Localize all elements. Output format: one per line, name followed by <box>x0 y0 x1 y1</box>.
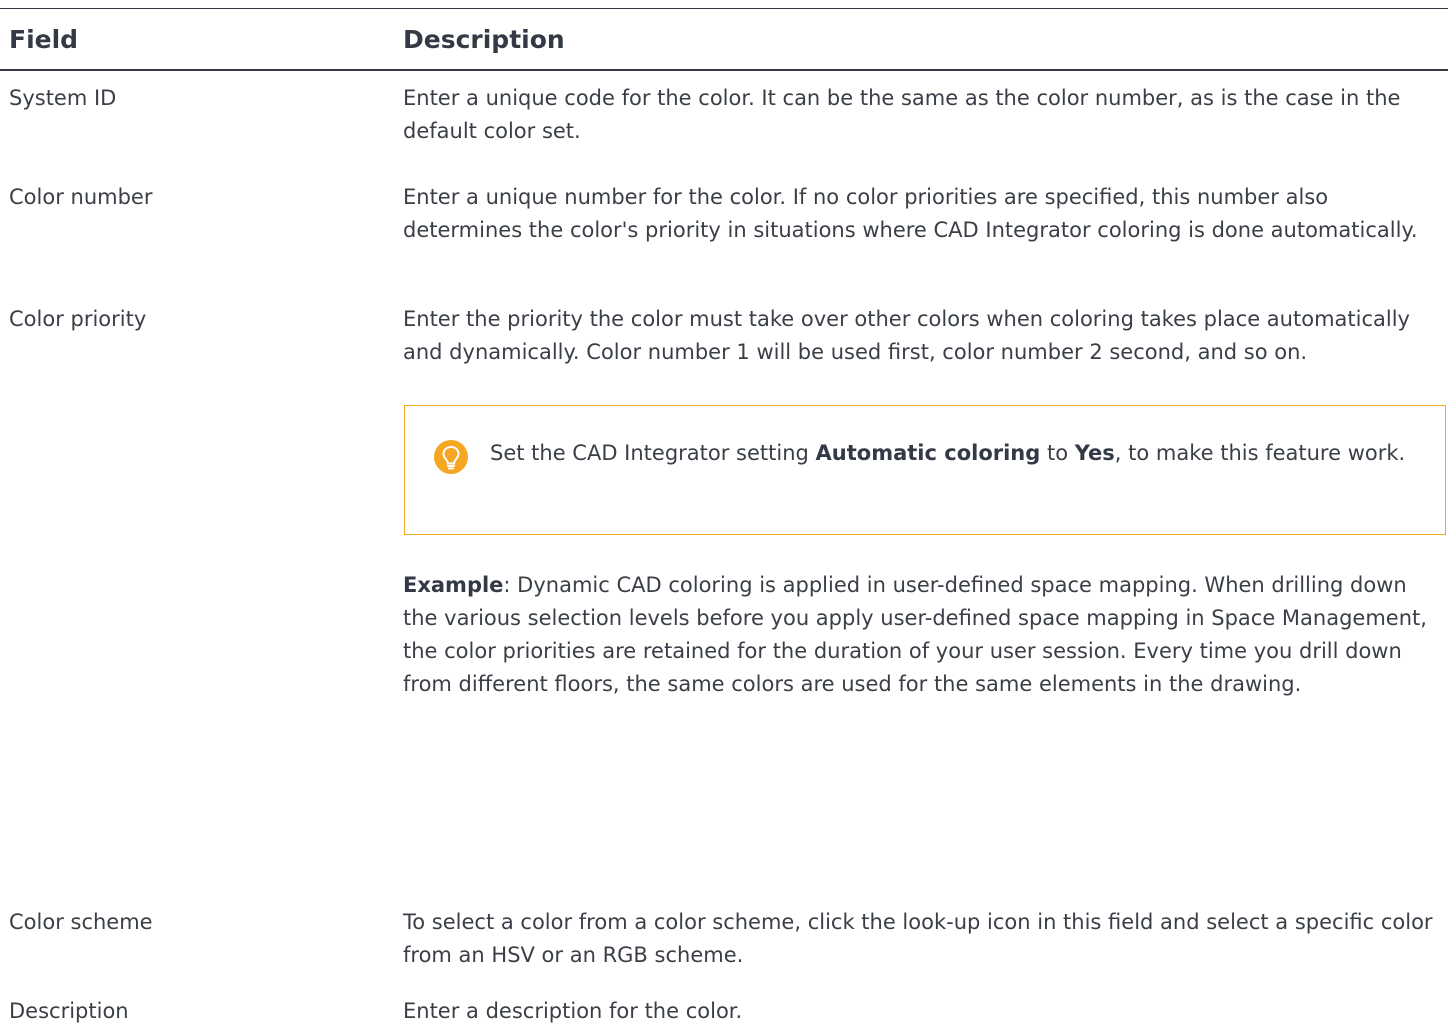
tip-box: Set the CAD Integrator setting Automatic… <box>404 405 1446 535</box>
field-name: Description <box>9 999 129 1023</box>
example-paragraph: Example: Dynamic CAD coloring is applied… <box>403 573 1427 696</box>
table-row: Color priority Enter the priority the co… <box>0 303 1448 906</box>
field-description-table: Field Description System ID Enter a uniq… <box>0 8 1448 1035</box>
field-name: Color scheme <box>9 910 153 934</box>
field-description: Enter a description for the color. <box>403 999 743 1023</box>
header-field: Field <box>9 25 79 54</box>
table-row: Color scheme To select a color from a co… <box>0 906 1448 995</box>
field-name: Color number <box>9 185 153 209</box>
field-name: System ID <box>9 86 117 110</box>
field-description: Enter a unique number for the color. If … <box>403 185 1418 242</box>
example-label: Example <box>403 573 504 597</box>
tip-text: Set the CAD Integrator setting Automatic… <box>490 441 1406 465</box>
header-description: Description <box>403 25 565 54</box>
table-row: Color number Enter a unique number for t… <box>0 181 1448 303</box>
tip-setting-name: Automatic coloring <box>815 441 1041 465</box>
field-description: To select a color from a color scheme, c… <box>403 910 1433 967</box>
table-header: Field Description <box>0 9 1448 71</box>
field-description: Enter a unique code for the color. It ca… <box>403 86 1401 143</box>
table-row: System ID Enter a unique code for the co… <box>0 71 1448 181</box>
tip-setting-value: Yes <box>1074 441 1115 465</box>
field-description: Enter the priority the color must take o… <box>403 307 1410 364</box>
table-row: Description Enter a description for the … <box>0 995 1448 1035</box>
lightbulb-icon <box>433 439 469 475</box>
field-name: Color priority <box>9 307 147 331</box>
